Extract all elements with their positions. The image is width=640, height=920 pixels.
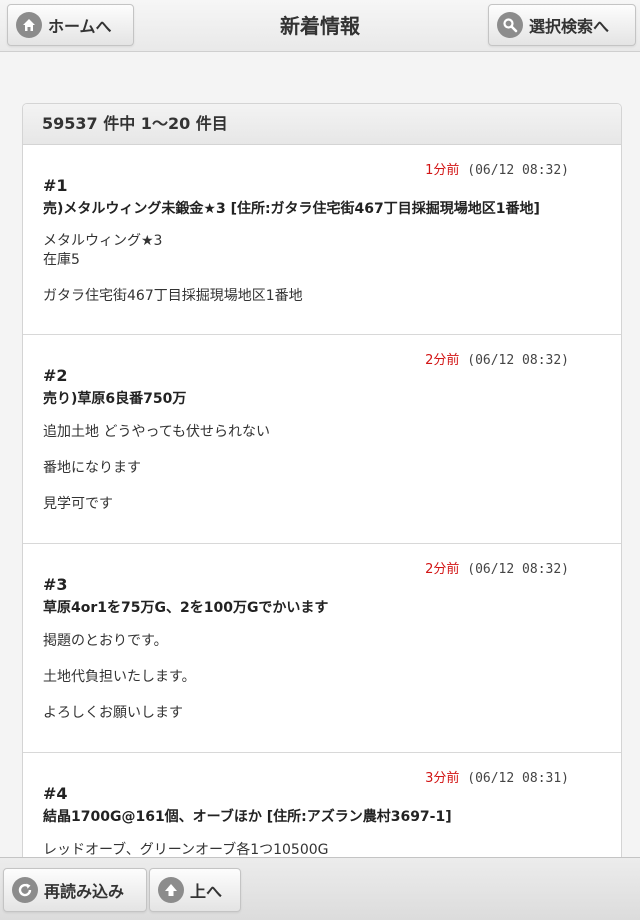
results-summary: 59537 件中 1～20 件目 [23,104,621,145]
timestamp: 2分前 (06/12 08:32) [425,353,569,368]
reload-button[interactable]: 再読み込み [3,868,147,912]
item-title[interactable]: 売り)草原6良番750万 [43,389,601,409]
scroll-up-button[interactable]: 上へ [149,868,241,912]
results-panel: 59537 件中 1～20 件目 1分前 (06/12 08:32) #1 売)… [22,103,622,863]
timestamp: 1分前 (06/12 08:32) [425,163,569,178]
scroll-up-button-label: 上へ [190,882,223,901]
footer-toolbar: 再読み込み 上へ [0,857,640,920]
timestamp: 3分前 (06/12 08:31) [425,771,569,786]
reload-button-label: 再読み込み [44,882,125,901]
search-button-label: 選択検索へ [529,17,610,36]
item-title[interactable]: 結晶1700G@161個、オーブほか [住所:アズラン農村3697-1] [43,807,601,827]
list-item[interactable]: 2分前 (06/12 08:32) #3 草原4or1を75万G、2を100万G… [23,544,621,753]
timestamp: 2分前 (06/12 08:32) [425,562,569,577]
item-body: メタルウィング★3 在庫5 ガタラ住宅街467丁目採掘現場地区1番地 [43,233,303,304]
item-body: 掲題のとおりです。 土地代負担いたします。 よろしくお願いします [43,633,196,721]
header-bar: ホームへ 新着情報 選択検索へ [0,0,640,52]
item-body: 追加土地 どうやっても伏せられない 番地になります 見学可です [43,424,271,512]
reload-icon [12,877,38,903]
item-title[interactable]: 草原4or1を75万G、2を100万Gでかいます [43,598,601,618]
list-item[interactable]: 3分前 (06/12 08:31) #4 結晶1700G@161個、オーブほか … [23,753,621,862]
arrow-up-icon [158,877,184,903]
search-button[interactable]: 選択検索へ [488,4,636,46]
list-item[interactable]: 2分前 (06/12 08:32) #2 売り)草原6良番750万 追加土地 ど… [23,335,621,544]
item-title[interactable]: 売)メタルウィング未鍛金★3 [住所:ガタラ住宅街467丁目採掘現場地区1番地] [43,199,601,219]
list-item[interactable]: 1分前 (06/12 08:32) #1 売)メタルウィング未鍛金★3 [住所:… [23,145,621,335]
search-icon [497,12,523,38]
